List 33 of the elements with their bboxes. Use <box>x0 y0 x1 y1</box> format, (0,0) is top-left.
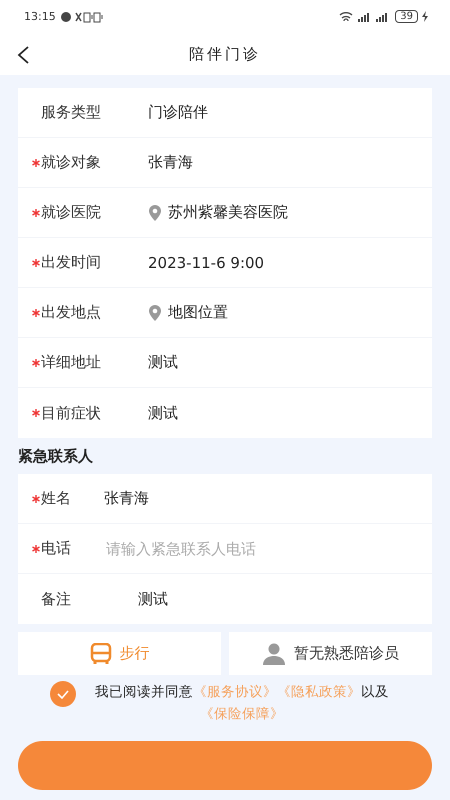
field-value[interactable]: 测试 <box>148 404 178 422</box>
field-value[interactable]: 2023-11-6 9:00 <box>148 254 264 272</box>
field-label: 电话 <box>41 539 72 558</box>
battery-level: 39 <box>395 10 418 23</box>
field-value[interactable]: 门诊陪伴 <box>148 103 208 122</box>
field-label: 就诊对象 <box>41 153 102 172</box>
field-label: 服务类型 <box>41 103 102 122</box>
field-value[interactable]: 测试 <box>138 590 168 608</box>
field-value[interactable]: 张青海 <box>104 489 149 508</box>
field-value[interactable]: 地图位置 <box>168 303 228 322</box>
agree-checkbox[interactable] <box>50 681 76 707</box>
location-pin-icon <box>148 304 162 320</box>
field-value[interactable]: 苏州紫馨美容医院 <box>168 203 288 222</box>
agreement-text: 我已阅读并同意《服务协议》《隐私政策》以及 《保险保障》 <box>94 683 390 724</box>
field-label: 姓名 <box>41 489 72 508</box>
location-pin-icon <box>148 204 162 220</box>
field-label: 就诊医院 <box>41 203 102 222</box>
field-label: 详细地址 <box>41 353 102 372</box>
field-label: 出发地点 <box>41 303 102 322</box>
field-label: 出发时间 <box>41 253 102 272</box>
field-value[interactable]: 张青海 <box>148 153 193 172</box>
field-label: 目前症状 <box>41 404 102 422</box>
status-time: 13:15 <box>24 10 56 23</box>
option-button[interactable]: 暂无熟悉陪诊员 <box>229 632 432 675</box>
field-label: 备注 <box>41 590 72 608</box>
person-icon <box>262 642 286 664</box>
bus-icon <box>90 642 112 664</box>
section-title: 紧急联系人 <box>17 446 94 467</box>
page-title: 陪伴门诊 <box>189 44 261 64</box>
field-value[interactable]: 测试 <box>148 353 178 372</box>
submit-button[interactable] <box>18 741 432 790</box>
checkmark-icon <box>57 690 69 698</box>
charging-icon <box>422 11 428 22</box>
